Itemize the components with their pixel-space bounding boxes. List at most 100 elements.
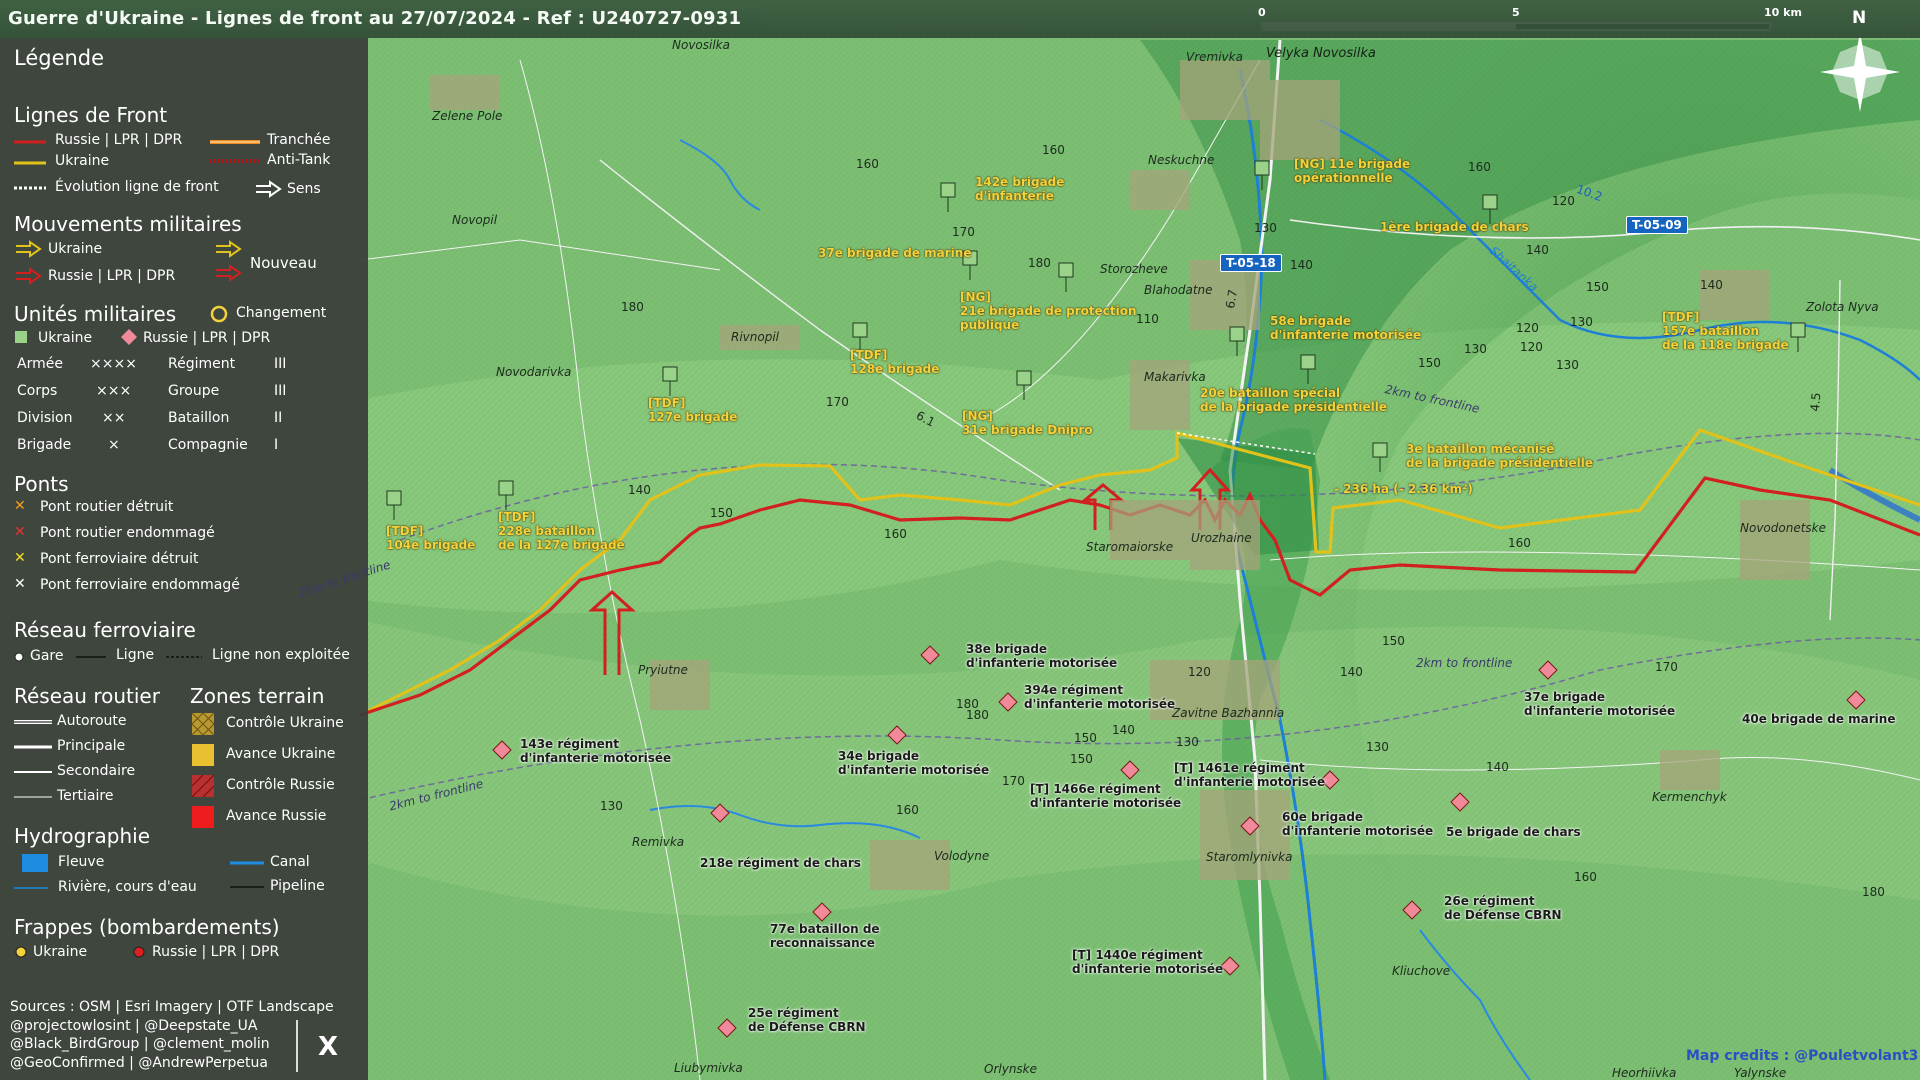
place-label: Novodonetske: [1740, 521, 1826, 535]
legend-bridge-2: Pont routier endommagé: [40, 525, 215, 541]
russia-unit-label: 394e régiment d'infanterie motorisée: [1024, 683, 1176, 711]
elevation-label: 180: [1862, 885, 1885, 899]
ukraine-movement-arrow-icon: [16, 240, 42, 258]
direction-arrow-icon: [256, 180, 282, 198]
legend-road-2: Principale: [57, 738, 126, 754]
legend-bridge-3: Pont ferroviaire détruit: [40, 551, 199, 567]
ukraine-unit-marker[interactable]: [1482, 194, 1498, 210]
russia-unit-label: [T] 1440e régiment d'infanterie motorisé…: [1072, 948, 1224, 976]
ukraine-unit-label: 142e brigade d'infanterie: [975, 175, 1065, 203]
legend-roads-heading: Réseau routier: [14, 684, 160, 708]
legend-front-sens: Sens: [287, 181, 321, 197]
elevation-label: 160: [896, 803, 919, 817]
legend-hydro-fleuve: Fleuve: [58, 854, 105, 870]
road-badge: T-05-09: [1626, 216, 1688, 234]
legend-road-4: Tertiaire: [57, 788, 114, 804]
russia-unit-label: 34e brigade d'infanterie motorisée: [838, 749, 990, 777]
north-label: N: [1852, 8, 1867, 28]
place-label: Blahodatne: [1144, 283, 1213, 297]
legend-strike-russia: Russie | LPR | DPR: [152, 944, 280, 960]
evolution-line-swatch: [14, 186, 46, 190]
legend-units-heading: Unités militaires: [14, 302, 177, 326]
place-label: Zavitne Bazhannia: [1172, 706, 1285, 720]
map-title: Guerre d'Ukraine - Lignes de front au 27…: [8, 8, 742, 29]
fleuve-swatch: [22, 854, 48, 872]
place-label: Vremivka: [1186, 50, 1243, 64]
elevation-label: 110: [1136, 312, 1159, 326]
scale-label-5: 5: [1512, 6, 1520, 19]
ukraine-unit-marker[interactable]: [1790, 322, 1806, 338]
ukraine-unit-marker[interactable]: [1300, 354, 1316, 370]
trench-swatch: [210, 140, 260, 144]
russia-strike-dot-icon: [133, 946, 145, 958]
elevation-label: 170: [1002, 774, 1025, 788]
ukraine-unit-marker[interactable]: [940, 182, 956, 198]
ukraine-unit-marker[interactable]: [1058, 262, 1074, 278]
place-label: Volodyne: [934, 849, 990, 863]
ukraine-unit-marker[interactable]: [1016, 370, 1032, 386]
unit-size-corps-symbol: ×××: [96, 383, 132, 399]
frontline-distance-label: 2km to frontline: [1416, 656, 1513, 670]
legend-rail-gare: Gare: [30, 648, 64, 664]
elevation-label: 140: [1112, 723, 1135, 737]
unit-size-groupe: Groupe: [168, 383, 220, 399]
main-road-swatch: [14, 745, 52, 749]
new-movement-arrows-icon: [216, 240, 242, 282]
pipeline-swatch: [230, 886, 264, 888]
highway-swatch: [14, 720, 52, 724]
ukraine-unit-marker[interactable]: [386, 490, 402, 506]
legend-zone-4: Avance Russie: [226, 808, 327, 824]
legend-hydro-heading: Hydrographie: [14, 824, 150, 848]
elevation-label: 160: [856, 157, 879, 171]
unit-size-corps: Corps: [17, 383, 58, 399]
elevation-label: 130: [1254, 221, 1277, 235]
place-label: Zolota Nyva: [1806, 300, 1879, 314]
ukraine-unit-label: 58e brigade d'infanterie motorisée: [1270, 314, 1422, 342]
elevation-label: 140: [1290, 258, 1313, 272]
elevation-label: 150: [1070, 752, 1093, 766]
elevation-label: 130: [1176, 735, 1199, 749]
russia-movement-arrow-icon: [16, 267, 42, 285]
elevation-label: 140: [1700, 278, 1723, 292]
legend-front-russia: Russie | LPR | DPR: [55, 132, 183, 148]
legend-road-1: Autoroute: [57, 713, 127, 729]
place-label: Kermenchyk: [1652, 790, 1727, 804]
ukraine-unit-label: 3e bataillon mécanisé de la brigade prés…: [1406, 442, 1594, 470]
place-label: Orlynske: [984, 1062, 1038, 1076]
legend-bridge-4: Pont ferroviaire endommagé: [40, 577, 240, 593]
elevation-label: 170: [826, 395, 849, 409]
legend-hydro-canal: Canal: [270, 854, 310, 870]
legend-units-change: Changement: [236, 305, 327, 321]
legend-mov-new: Nouveau: [250, 254, 317, 272]
unit-size-bataillon: Bataillon: [168, 410, 230, 426]
road-bridge-destroyed-icon: ✕: [14, 498, 26, 514]
russia-unit-label: [T] 1466e régiment d'infanterie motorisé…: [1030, 782, 1182, 810]
elevation-label: 160: [1468, 160, 1491, 174]
ukraine-unit-marker[interactable]: [1229, 326, 1245, 342]
elevation-label: 150: [1382, 634, 1405, 648]
russia-unit-label: 77e bataillon de reconnaissance: [770, 922, 880, 950]
elevation-label: 130: [1570, 315, 1593, 329]
place-label: Makarivka: [1144, 370, 1206, 384]
elevation-label: 140: [628, 483, 651, 497]
ukraine-unit-marker[interactable]: [1372, 442, 1388, 458]
x-logo-icon[interactable]: X: [318, 1032, 338, 1062]
ukraine-unit-marker[interactable]: [662, 366, 678, 382]
ukraine-unit-marker[interactable]: [498, 480, 514, 496]
legend-movements-heading: Mouvements militaires: [14, 212, 242, 236]
ukraine-unit-marker[interactable]: [852, 322, 868, 338]
ukraine-unit-square-icon: [15, 331, 27, 343]
map-credits[interactable]: Map credits : @Pouletvolant3: [1686, 1048, 1918, 1064]
place-label: Yalynske: [1734, 1066, 1787, 1080]
elevation-label: 170: [1655, 660, 1678, 674]
zone-russia-control-swatch: [192, 775, 214, 797]
place-label: Staromlynivka: [1206, 850, 1293, 864]
place-label: Kliuchove: [1392, 964, 1451, 978]
place-label: Heorhiivka: [1612, 1066, 1677, 1080]
elevation-label: 150: [1074, 731, 1097, 745]
unit-size-regiment: Régiment: [168, 356, 236, 372]
elevation-label: 150: [1586, 280, 1609, 294]
place-label: Liubymivka: [674, 1061, 743, 1075]
place-label: Remivka: [632, 835, 685, 849]
ukraine-unit-marker[interactable]: [1254, 160, 1270, 176]
